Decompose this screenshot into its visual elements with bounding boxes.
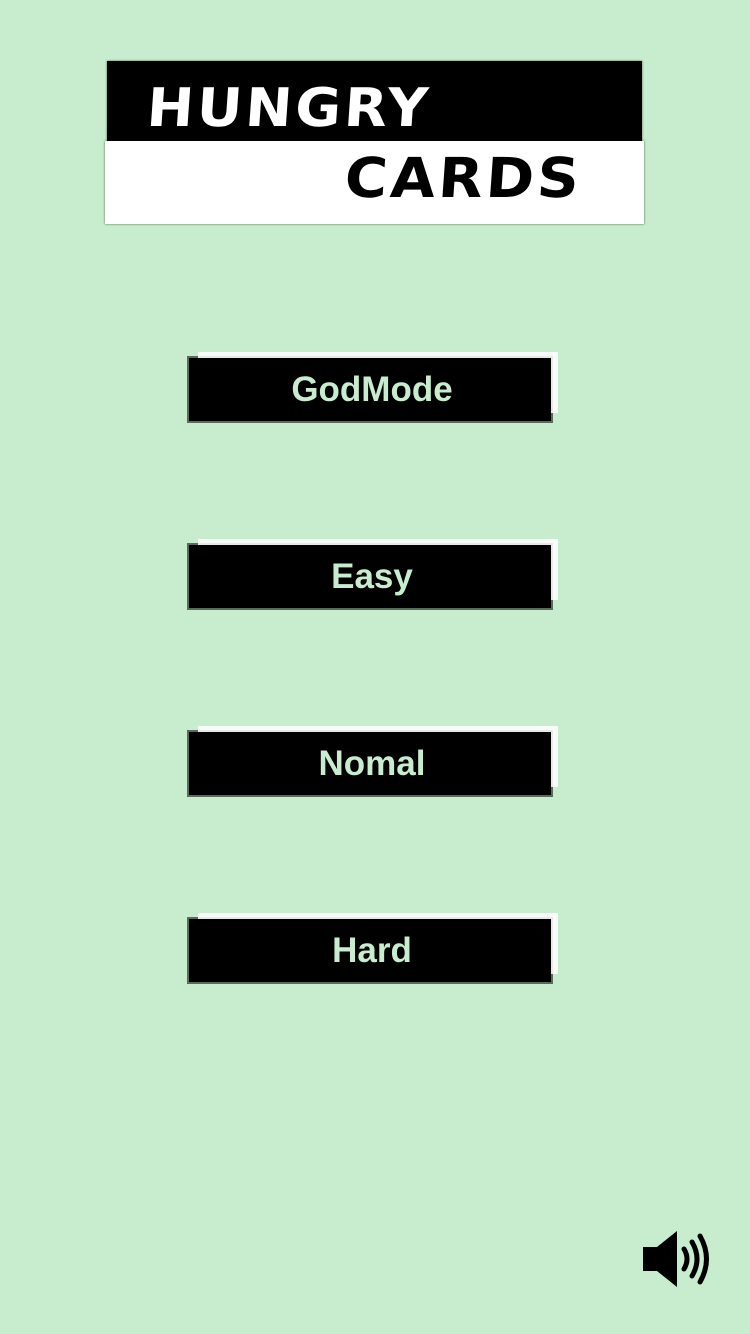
speaker-volume-icon (643, 1231, 709, 1287)
sound-toggle-button[interactable] (640, 1228, 712, 1290)
normal-button[interactable]: Nomal (189, 732, 551, 795)
easy-button-label: Easy (331, 556, 413, 596)
logo-title-line1: HUNGRY (144, 77, 433, 140)
godmode-button-label: GodMode (291, 369, 453, 409)
easy-button[interactable]: Easy (189, 545, 551, 608)
game-menu-screen: HUNGRY CARDS GodMode Easy Nomal Hard (0, 0, 750, 1334)
game-logo: HUNGRY CARDS (107, 61, 642, 222)
godmode-button[interactable]: GodMode (189, 358, 551, 421)
hard-button[interactable]: Hard (189, 919, 551, 982)
normal-button-label: Nomal (318, 743, 426, 783)
hard-button-label: Hard (332, 930, 412, 970)
logo-title-line2: CARDS (342, 145, 585, 211)
